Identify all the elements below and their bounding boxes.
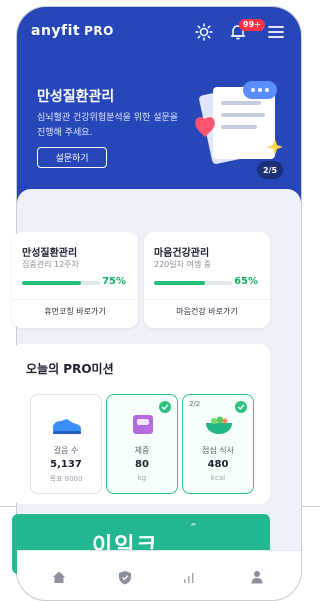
mission-label: 체중 [134,446,150,455]
progress-track [22,281,100,285]
mission-unit: 목표 8000 [49,475,83,483]
card-title: 마음건강관리 [154,248,210,259]
card-divider [144,299,270,300]
sun-icon[interactable] [193,21,215,43]
menu-icon[interactable] [265,21,287,43]
mission-value: 80 [135,459,149,470]
sneaker-icon [53,419,81,434]
hero-title: 만성질환관리 [37,89,115,105]
progress-percent: 65% [234,276,258,287]
mission-value: 480 [207,459,229,470]
home-icon[interactable] [49,567,69,587]
mission-steps[interactable]: 걸음 수 5,137 목표 8000 [30,394,102,494]
logo-text: anyfit [31,23,81,39]
mission-title: 오늘의 PRO미션 [26,362,114,376]
top-bar: anyfit PRO 99+ [17,7,301,59]
sparkle-icon: ˝ [190,522,196,536]
bottom-tab-bar [17,550,301,600]
card-title: 만성질환관리 [22,248,78,259]
meal-count: 2/2 [189,400,201,408]
mission-value: 5,137 [50,459,82,470]
check-icon [235,401,247,413]
logo-pro: PRO [84,24,114,38]
mental-health-link[interactable]: 마음건강 바로가기 [144,306,270,317]
scale-icon [133,415,153,434]
mental-health-card[interactable]: 마음건강관리 220일차 여행 중 65% 마음건강 바로가기 [144,232,270,328]
card-subtitle: 집중관리 12주차 [22,260,79,269]
mission-unit: kcal [210,474,226,482]
card-divider [12,299,138,300]
page-indicator: 2/5 [257,161,283,179]
shield-check-icon[interactable] [115,567,135,587]
user-icon[interactable] [247,567,267,587]
chronic-care-card[interactable]: 만성질환관리 집중관리 12주차 75% 휴먼코칭 바로가기 [12,232,138,328]
bar-chart-icon[interactable] [179,567,199,587]
progress-fill [22,281,81,285]
mission-panel: 오늘의 PRO미션 걸음 수 5,137 목표 8000 체중 80 kg 2/… [12,344,270,504]
mission-unit: kg [137,474,147,482]
mission-label: 걸음 수 [53,446,79,455]
survey-illustration [195,81,283,164]
progress-percent: 75% [102,276,126,287]
card-subtitle: 220일차 여행 중 [154,260,212,269]
mission-label: 점심 식사 [202,446,234,455]
check-icon [159,401,171,413]
mission-weight[interactable]: 체중 80 kg [106,394,178,494]
hero-description: 심뇌혈관 건강위험분석을 위한 설문을 진행해 주세요. [37,113,179,138]
app-logo[interactable]: anyfit PRO [31,23,114,39]
coaching-link[interactable]: 휴먼코칭 바로가기 [12,306,138,317]
progress-fill [154,281,205,285]
survey-button[interactable]: 설문하기 [37,147,107,168]
mission-lunch[interactable]: 2/2 점심 식사 480 kcal [182,394,254,494]
progress-track [154,281,232,285]
salad-bowl-icon [206,416,232,434]
notification-badge: 99+ [239,19,265,31]
